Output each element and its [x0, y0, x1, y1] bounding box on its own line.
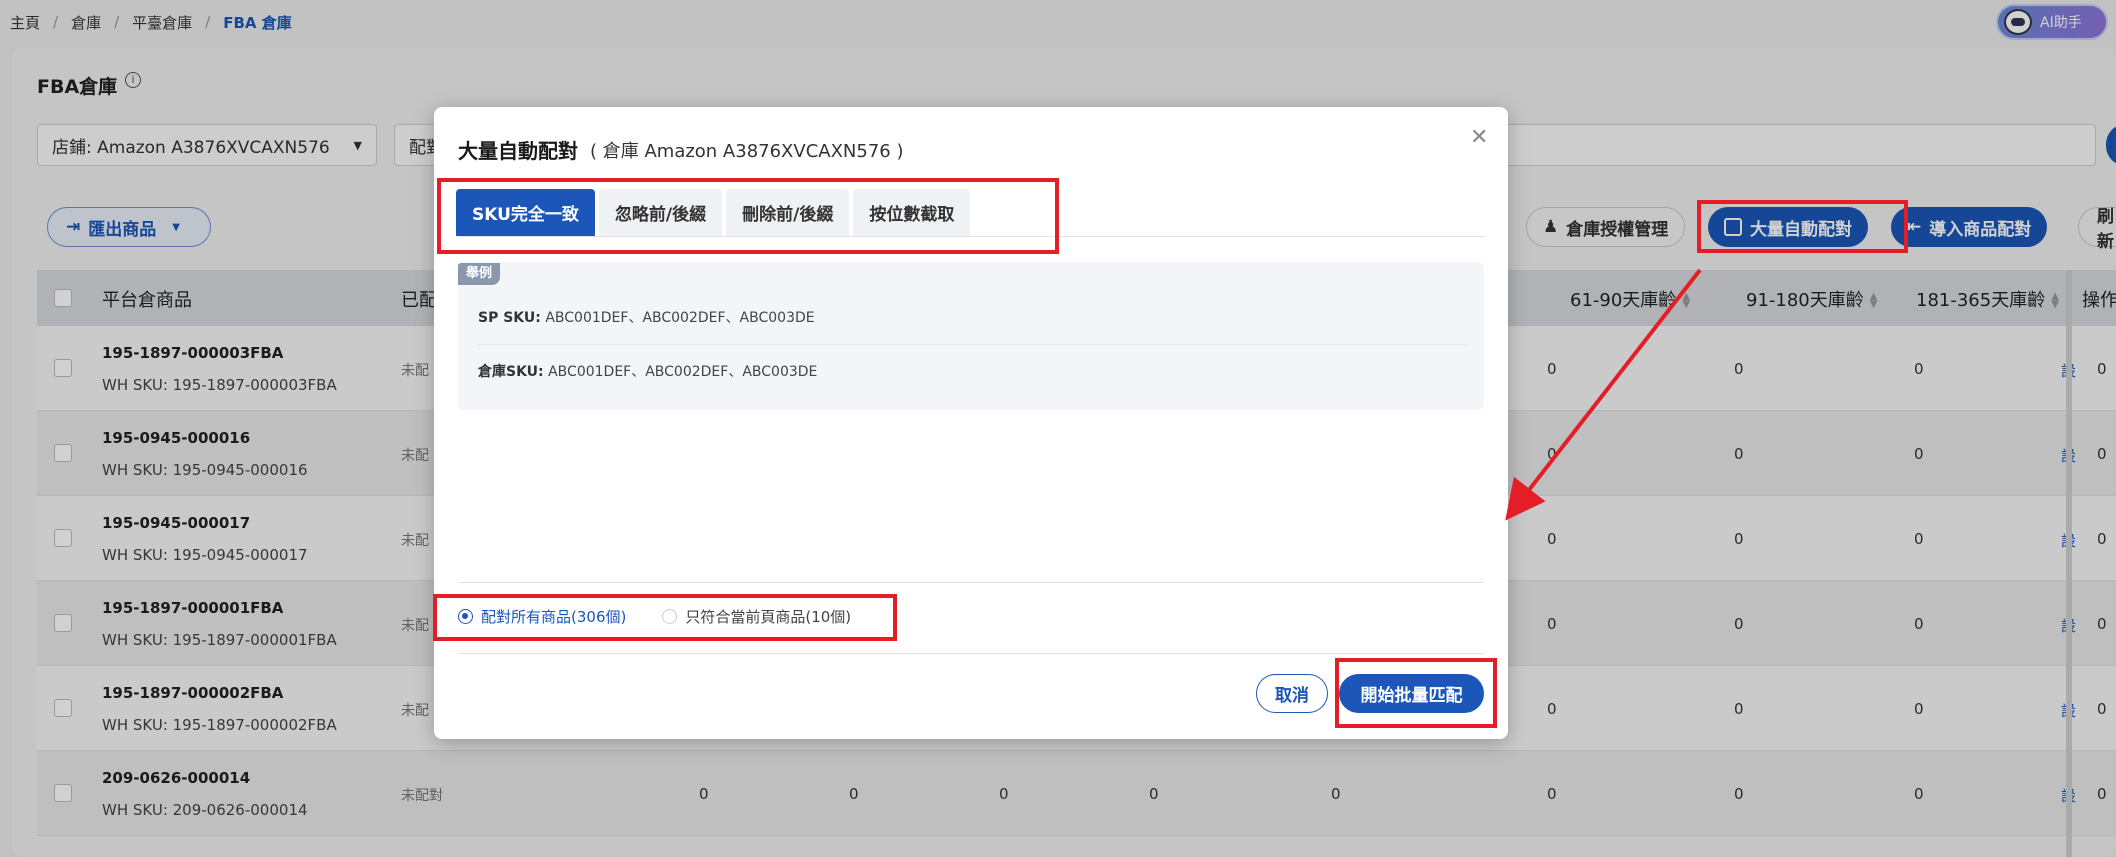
annotation-arrow: [1505, 268, 1702, 521]
